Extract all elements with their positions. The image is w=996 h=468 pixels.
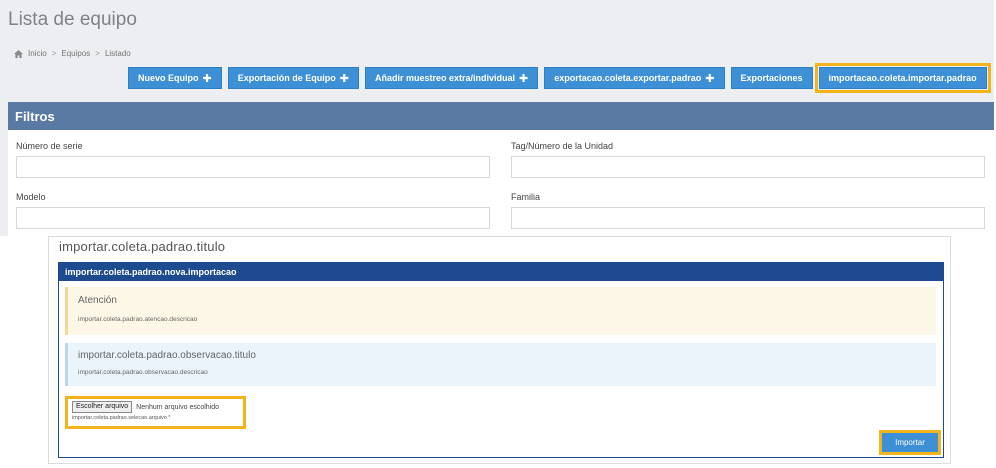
observation-title: importar.coleta.padrao.observacao.titulo: [78, 350, 256, 361]
breadcrumb: Inicio > Equipos > Listado: [14, 49, 131, 58]
add-extra-sampling-button[interactable]: Añadir muestreo extra/individual ✚: [364, 67, 539, 89]
new-import-header: importar.coleta.padrao.nova.importacao: [59, 263, 943, 281]
breadcrumb-separator: >: [95, 49, 100, 58]
plus-icon: ✚: [519, 72, 529, 85]
plus-icon: ✚: [202, 72, 212, 85]
new-equipment-label: Nuevo Equipo: [138, 73, 199, 83]
serial-number-input[interactable]: [16, 156, 490, 178]
import-button[interactable]: Importar: [879, 430, 941, 455]
family-input[interactable]: [511, 207, 985, 229]
export-standard-collection-button[interactable]: exportacao.coleta.exportar.padrao ✚: [544, 67, 725, 89]
tag-unit-number-input[interactable]: [511, 156, 985, 178]
import-standard-collection-label: importacao.coleta.importar.padrao: [828, 73, 977, 83]
breadcrumb-separator: >: [51, 49, 57, 58]
import-modal-container: importar.coleta.padrao.titulo importar.c…: [48, 236, 951, 464]
breadcrumb-listado: Listado: [104, 49, 131, 58]
new-import-panel: importar.coleta.padrao.nova.importacao A…: [58, 262, 944, 458]
breadcrumb-home[interactable]: Inicio: [28, 49, 47, 58]
home-icon: [14, 49, 23, 58]
file-status-text: Nenhum arquivo escolhido: [136, 403, 220, 411]
filters-panel: Filtros Número de serie Tag/Número de la…: [8, 102, 994, 236]
new-equipment-button[interactable]: Nuevo Equipo ✚: [128, 67, 222, 89]
plus-icon: ✚: [339, 72, 349, 85]
plus-icon: ✚: [705, 72, 715, 85]
import-modal-title: importar.coleta.padrao.titulo: [59, 239, 226, 254]
equipment-list-panel: Lista de equipo Inicio > Equipos > Lista…: [0, 0, 994, 236]
observation-alert: importar.coleta.padrao.observacao.titulo…: [65, 343, 936, 386]
choose-file-button[interactable]: Escolher arquivo: [72, 401, 133, 413]
tag-unit-number-label: Tag/Número de la Unidad: [511, 141, 614, 151]
file-selection-hint: importar.coleta.padrao.selecao.arquivo *: [72, 415, 171, 421]
family-label: Familia: [511, 192, 541, 202]
exports-label: Exportaciones: [740, 73, 803, 83]
exports-button[interactable]: Exportaciones: [730, 67, 813, 89]
file-selection-area: Escolher arquivo Nenhum arquivo escolhid…: [65, 396, 246, 429]
filters-header: Filtros: [8, 102, 994, 130]
export-equipment-button[interactable]: Exportación de Equipo ✚: [227, 67, 359, 89]
attention-description: importar.coleta.padrao.atencao.descricao: [78, 316, 198, 323]
action-buttons: Nuevo Equipo ✚ Exportación de Equipo ✚ A…: [128, 63, 991, 93]
attention-title: Atención: [78, 295, 117, 306]
serial-number-label: Número de serie: [16, 141, 83, 151]
add-extra-sampling-label: Añadir muestreo extra/individual: [374, 73, 515, 83]
export-equipment-label: Exportación de Equipo: [237, 73, 336, 83]
export-standard-collection-label: exportacao.coleta.exportar.padrao: [554, 73, 702, 83]
model-label: Modelo: [16, 192, 46, 202]
import-standard-collection-button[interactable]: importacao.coleta.importar.padrao: [814, 63, 991, 93]
page-title: Lista de equipo: [8, 9, 137, 30]
observation-description: importar.coleta.padrao.observacao.descri…: [78, 369, 208, 376]
breadcrumb-equipos[interactable]: Equipos: [61, 49, 90, 58]
attention-alert: Atención importar.coleta.padrao.atencao.…: [65, 287, 936, 335]
model-input[interactable]: [16, 207, 490, 229]
